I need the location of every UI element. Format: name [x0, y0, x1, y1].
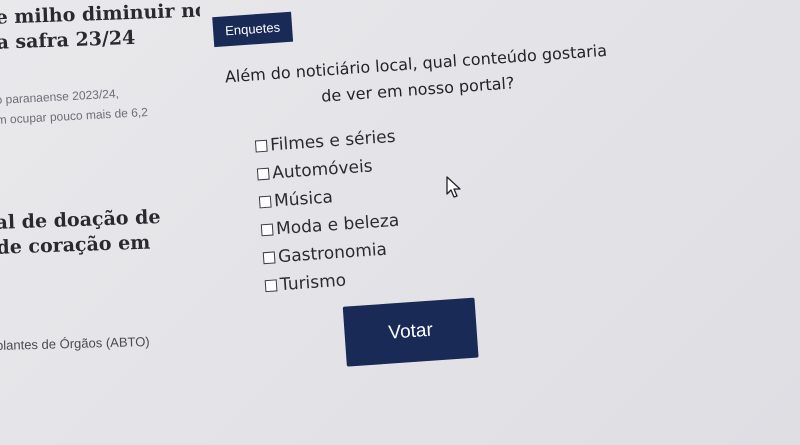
- poll-option-label[interactable]: Música: [274, 187, 334, 211]
- news-headline-corn[interactable]: e milho diminuir no a safra 23/24: [0, 0, 200, 56]
- poll-option-label[interactable]: Automóveis: [272, 156, 374, 183]
- news-headline-line[interactable]: de coração em: [0, 230, 162, 261]
- checkbox-icon[interactable]: [258, 195, 272, 209]
- poll-question: Além do noticiário local, qual conteúdo …: [206, 37, 629, 118]
- poll-option-label[interactable]: Turismo: [279, 271, 346, 296]
- news-headline-donation[interactable]: al de doação de de coração em: [0, 205, 162, 261]
- poll-options-list: Filmes e séries Automóveis Música Moda e…: [254, 123, 406, 300]
- poll-option-label[interactable]: Gastronomia: [277, 240, 387, 268]
- news-caption: plantes de Órgãos (ABTO): [0, 333, 150, 354]
- poll-widget: Enquetes Além do noticiário local, qual …: [200, 0, 800, 405]
- vote-button[interactable]: Votar: [342, 297, 479, 367]
- checkbox-icon[interactable]: [256, 167, 270, 181]
- checkbox-icon[interactable]: [254, 139, 268, 153]
- checkbox-icon[interactable]: [260, 223, 274, 237]
- news-column: e milho diminuir no a safra 23/24 o para…: [0, 0, 200, 445]
- checkbox-icon[interactable]: [262, 251, 276, 265]
- checkbox-icon[interactable]: [264, 279, 278, 293]
- mouse-pointer-icon: [446, 176, 461, 198]
- news-summary: o paranaense 2023/24, m ocupar pouco mai…: [0, 82, 148, 130]
- poll-tab[interactable]: Enquetes: [212, 11, 294, 48]
